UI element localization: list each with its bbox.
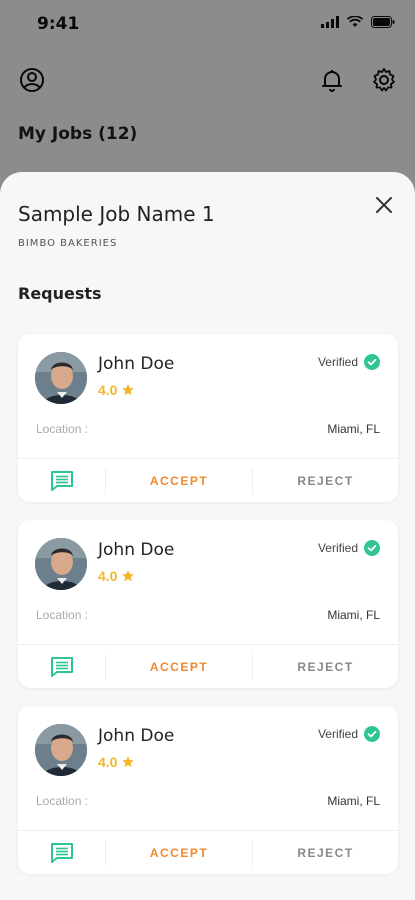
company-name: BIMBO BAKERIES <box>18 238 118 249</box>
location-label: Location : <box>36 794 89 808</box>
reject-button[interactable]: REJECT <box>253 831 398 874</box>
star-icon <box>122 384 135 396</box>
job-requests-sheet: Sample Job Name 1 BIMBO BAKERIES Request… <box>0 172 415 900</box>
location-label: Location : <box>36 422 89 436</box>
location-label: Location : <box>36 608 89 622</box>
avatar <box>35 724 87 776</box>
verified-check-icon <box>364 540 380 556</box>
avatar <box>35 538 87 590</box>
chat-icon <box>50 656 73 677</box>
request-card: John Doe 4.0 Verified Location : Miami, … <box>18 334 398 502</box>
rating: 4.0 <box>98 382 135 398</box>
requester-name: John Doe <box>98 540 175 560</box>
request-card: John Doe 4.0 Verified Location : Miami, … <box>18 706 398 874</box>
close-icon[interactable] <box>373 194 395 216</box>
rating: 4.0 <box>98 754 135 770</box>
verified-badge: Verified <box>318 540 380 556</box>
rating: 4.0 <box>98 568 135 584</box>
verified-label: Verified <box>317 541 358 555</box>
accept-button[interactable]: ACCEPT <box>106 839 253 866</box>
request-actions: ACCEPT REJECT <box>18 645 398 688</box>
rating-value: 4.0 <box>98 382 118 398</box>
verified-badge: Verified <box>318 726 380 742</box>
location-value: Miami, FL <box>327 794 380 808</box>
chat-button[interactable] <box>18 653 106 680</box>
job-title: Sample Job Name 1 <box>18 202 215 226</box>
reject-button[interactable]: REJECT <box>253 459 398 502</box>
request-actions: ACCEPT REJECT <box>18 459 398 502</box>
chat-icon <box>50 842 73 863</box>
request-card: John Doe 4.0 Verified Location : Miami, … <box>18 520 398 688</box>
rating-value: 4.0 <box>98 568 118 584</box>
verified-label: Verified <box>317 727 358 741</box>
request-actions: ACCEPT REJECT <box>18 831 398 874</box>
star-icon <box>122 570 135 582</box>
reject-button[interactable]: REJECT <box>253 645 398 688</box>
location-value: Miami, FL <box>327 422 380 436</box>
requester-name: John Doe <box>98 354 175 374</box>
verified-badge: Verified <box>318 354 380 370</box>
requests-heading: Requests <box>18 284 102 303</box>
chat-button[interactable] <box>18 467 106 494</box>
requester-name: John Doe <box>98 726 175 746</box>
verified-check-icon <box>364 354 380 370</box>
avatar <box>35 352 87 404</box>
location-value: Miami, FL <box>327 608 380 622</box>
verified-check-icon <box>364 726 380 742</box>
accept-button[interactable]: ACCEPT <box>106 467 253 494</box>
chat-button[interactable] <box>18 839 106 866</box>
accept-button[interactable]: ACCEPT <box>106 653 253 680</box>
verified-label: Verified <box>317 355 358 369</box>
star-icon <box>122 756 135 768</box>
rating-value: 4.0 <box>98 754 118 770</box>
chat-icon <box>50 470 73 491</box>
